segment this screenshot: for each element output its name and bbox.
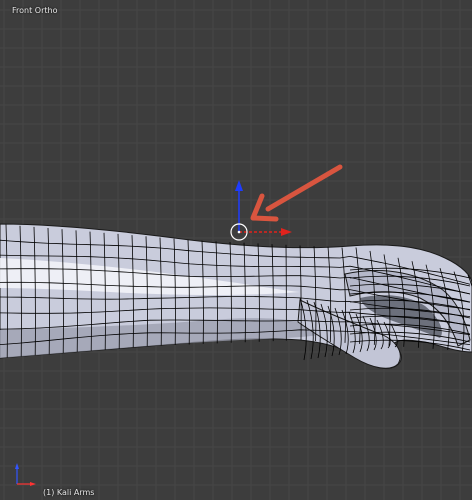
3d-cursor-center-icon	[237, 230, 241, 234]
pointer-arrow-icon	[250, 164, 343, 222]
view-label: Front Ortho	[12, 6, 58, 15]
arm-mesh[interactable]	[0, 223, 472, 369]
gizmo-x-axis-arrowhead-icon[interactable]	[281, 228, 292, 236]
mini-axis-indicator	[15, 463, 36, 486]
3d-viewport[interactable]: Front Ortho (1) Kali Arms	[0, 0, 472, 500]
scene-layer	[0, 164, 472, 486]
gizmo-z-axis-arrowhead-icon[interactable]	[235, 180, 243, 191]
object-label: (1) Kali Arms	[43, 488, 95, 497]
transform-gizmo[interactable]	[230, 180, 292, 241]
